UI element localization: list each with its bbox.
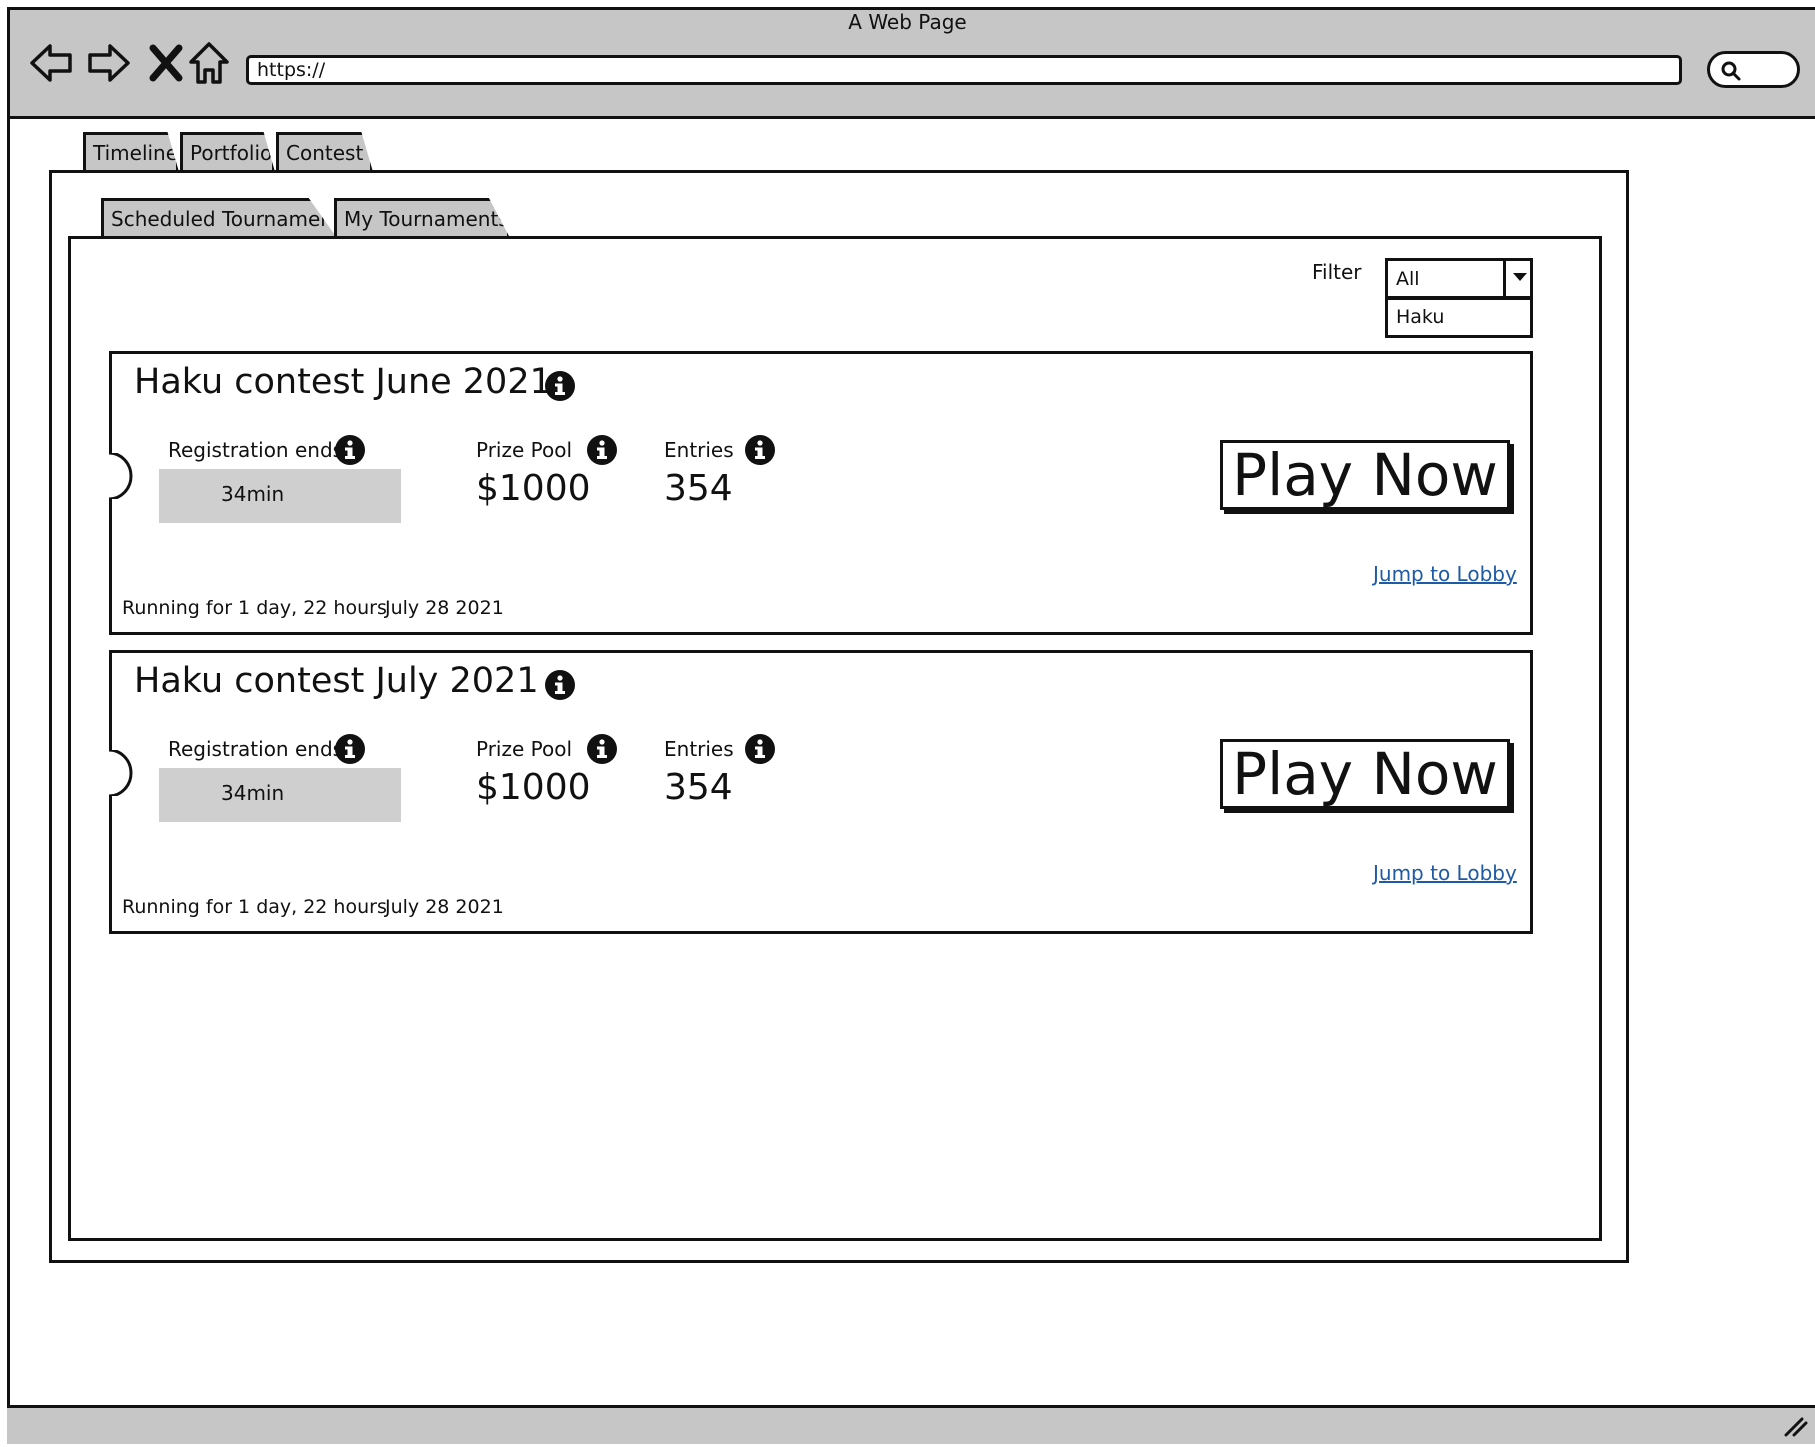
info-icon[interactable] bbox=[586, 733, 618, 765]
stop-x-icon[interactable] bbox=[143, 40, 189, 86]
resize-grip-icon[interactable] bbox=[1782, 1415, 1808, 1437]
info-icon[interactable] bbox=[544, 370, 576, 402]
tab-portfolio[interactable]: Portfolio bbox=[180, 132, 275, 172]
jump-to-lobby-link[interactable]: Jump to Lobby bbox=[1373, 562, 1517, 586]
tab-scheduled-tournament[interactable]: Scheduled Tournament bbox=[101, 198, 337, 238]
contest-card: Haku contest June 2021 Registration ends… bbox=[109, 351, 1533, 635]
forward-arrow-icon[interactable] bbox=[86, 40, 132, 86]
window-title: A Web Page bbox=[848, 10, 967, 34]
prize-pool-value: $1000 bbox=[476, 468, 591, 509]
info-icon[interactable] bbox=[334, 733, 366, 765]
info-icon[interactable] bbox=[334, 434, 366, 466]
chevron-down-icon bbox=[1513, 273, 1527, 281]
entries-value: 354 bbox=[664, 468, 733, 509]
search-icon bbox=[1721, 61, 1741, 81]
info-icon[interactable] bbox=[744, 733, 776, 765]
filter-dropdown-button[interactable] bbox=[1503, 258, 1533, 299]
home-icon[interactable] bbox=[186, 40, 232, 86]
tab-timeline[interactable]: Timeline bbox=[83, 132, 179, 172]
registration-countdown: 34min bbox=[159, 768, 401, 822]
entries-label: Entries bbox=[664, 737, 734, 761]
prize-pool-label: Prize Pool bbox=[476, 438, 573, 462]
url-bar[interactable]: https:// bbox=[246, 55, 1682, 85]
entries-value: 354 bbox=[664, 767, 733, 808]
ticket-notch bbox=[109, 453, 133, 499]
contest-title: Haku contest July 2021 bbox=[134, 661, 539, 701]
running-duration: Running for 1 day, 22 hours bbox=[122, 896, 387, 918]
search-field[interactable] bbox=[1707, 51, 1800, 88]
status-bar bbox=[7, 1405, 1815, 1444]
tab-my-tournaments[interactable]: My Tournaments bbox=[334, 198, 510, 238]
entries-label: Entries bbox=[664, 438, 734, 462]
filter-option[interactable]: Haku bbox=[1385, 297, 1533, 338]
jump-to-lobby-link[interactable]: Jump to Lobby bbox=[1373, 861, 1517, 885]
registration-label: Registration ends bbox=[168, 737, 344, 761]
prize-pool-label: Prize Pool bbox=[476, 737, 573, 761]
contest-date: July 28 2021 bbox=[385, 597, 504, 619]
play-now-button[interactable]: Play Now bbox=[1220, 739, 1510, 809]
ticket-notch bbox=[109, 750, 133, 796]
registration-countdown: 34min bbox=[159, 469, 401, 523]
contest-card: Haku contest July 2021 Registration ends… bbox=[109, 650, 1533, 934]
play-now-button[interactable]: Play Now bbox=[1220, 440, 1510, 510]
filter-label: Filter bbox=[1312, 260, 1362, 284]
back-arrow-icon[interactable] bbox=[28, 40, 74, 86]
info-icon[interactable] bbox=[744, 434, 776, 466]
contest-date: July 28 2021 bbox=[385, 896, 504, 918]
prize-pool-value: $1000 bbox=[476, 767, 591, 808]
registration-label: Registration ends bbox=[168, 438, 344, 462]
tab-contest[interactable]: Contest bbox=[276, 132, 373, 172]
info-icon[interactable] bbox=[544, 669, 576, 701]
info-icon[interactable] bbox=[586, 434, 618, 466]
running-duration: Running for 1 day, 22 hours bbox=[122, 597, 387, 619]
contest-title: Haku contest June 2021 bbox=[134, 362, 552, 402]
